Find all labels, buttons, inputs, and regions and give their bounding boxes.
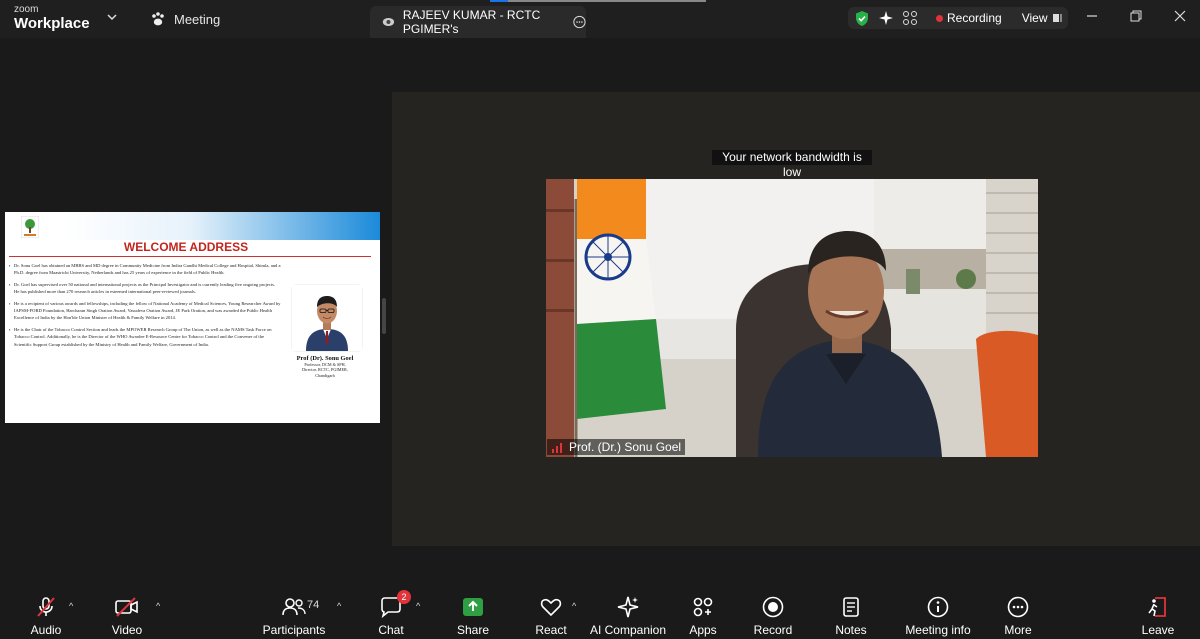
apps-label: Apps xyxy=(689,623,717,637)
participants-button[interactable]: Participants xyxy=(254,595,334,637)
slide-logo-icon xyxy=(21,216,39,238)
share-button[interactable]: Share xyxy=(433,595,513,637)
react-label: React xyxy=(535,623,567,637)
audio-label: Audio xyxy=(30,623,62,637)
ai-companion-label: AI Companion xyxy=(589,623,667,637)
recording-label: Recording xyxy=(947,11,1002,25)
slide-bullet: Dr. Goel has supervised over 50 national… xyxy=(9,281,281,296)
meeting-info-button[interactable]: Meeting info xyxy=(898,595,978,637)
window-controls xyxy=(1086,10,1186,22)
speaker-name: Prof (Dr). Sonu Goel xyxy=(296,355,354,362)
tab-meeting-label: Meeting xyxy=(174,11,221,27)
leave-button[interactable]: Leave xyxy=(1118,595,1198,637)
view-icon xyxy=(1052,14,1062,22)
network-warning: Your network bandwidth is low xyxy=(712,150,872,179)
sparkle-icon[interactable] xyxy=(878,10,894,26)
participants-icon xyxy=(282,598,306,616)
meeting-status-bar: Recording View xyxy=(848,7,1068,29)
participants-label: Participants xyxy=(262,623,326,637)
ai-sparkle-icon xyxy=(617,596,639,618)
audio-options-chevron-icon[interactable]: ^ xyxy=(69,601,73,611)
ai-companion-button[interactable]: AI Companion xyxy=(588,595,668,637)
chevron-down-icon[interactable] xyxy=(106,12,118,22)
title-bar: zoom Workplace Meeting RAJEEV KUMAR - RC… xyxy=(0,0,1200,38)
panel-resize-handle[interactable] xyxy=(382,298,386,334)
record-button[interactable]: Record xyxy=(733,595,813,637)
slide-divider xyxy=(9,256,371,257)
audio-button[interactable]: Audio xyxy=(6,595,86,637)
share-label: Share xyxy=(456,623,490,637)
brand-small: zoom xyxy=(14,4,39,15)
notes-button[interactable]: Notes xyxy=(811,595,891,637)
chat-label: Chat xyxy=(378,623,404,637)
shield-check-icon[interactable] xyxy=(854,10,870,27)
sharer-avatar-icon xyxy=(382,17,395,27)
speaker-role: Chandigarh xyxy=(315,372,335,378)
apps-icon xyxy=(693,597,713,617)
view-label: View xyxy=(1021,11,1048,25)
notes-label: Notes xyxy=(835,623,867,637)
slide-bullets: Dr. Sonu Goel has obtained an MBBS and M… xyxy=(9,262,281,352)
heart-icon xyxy=(540,598,562,617)
participant-video-frame xyxy=(546,179,1038,457)
chat-badge: 2 xyxy=(397,590,411,604)
more-icon[interactable] xyxy=(573,14,586,30)
video-options-chevron-icon[interactable]: ^ xyxy=(156,601,160,611)
participants-options-chevron-icon[interactable]: ^ xyxy=(337,601,341,611)
participants-count: 74 xyxy=(307,599,320,611)
speaker-portrait-image xyxy=(292,285,362,351)
more-label: More xyxy=(1004,623,1032,637)
record-label: Record xyxy=(753,623,793,637)
speaker-caption: Prof (Dr). Sonu Goel Professor, DCM & SP… xyxy=(275,355,375,378)
minimize-icon[interactable] xyxy=(1086,10,1098,22)
participant-name-tag: Prof. (Dr.) Sonu Goel xyxy=(547,439,686,455)
video-button[interactable]: Video xyxy=(87,595,167,637)
info-icon xyxy=(927,596,949,618)
meeting-info-label: Meeting info xyxy=(905,623,971,637)
paw-icon xyxy=(152,12,164,26)
slide-banner xyxy=(65,212,380,240)
restore-icon[interactable] xyxy=(1130,10,1142,22)
more-circle-icon xyxy=(1007,596,1029,618)
apps-button[interactable]: Apps xyxy=(663,595,743,637)
chat-options-chevron-icon[interactable]: ^ xyxy=(416,601,420,611)
react-options-chevron-icon[interactable]: ^ xyxy=(572,601,576,611)
slide-title: WELCOME ADDRESS xyxy=(123,240,249,254)
close-icon[interactable] xyxy=(1174,10,1186,22)
shared-screen-slide[interactable]: WELCOME ADDRESS Dr. Sonu Goel has obtain… xyxy=(5,212,380,423)
participant-video[interactable] xyxy=(546,179,1038,457)
participant-name: Prof. (Dr.) Sonu Goel xyxy=(569,440,682,454)
react-button[interactable]: React xyxy=(511,595,591,637)
slide-bullet: He is a recipient of various awards and … xyxy=(9,300,281,322)
tab-screen-share-label: RAJEEV KUMAR - RCTC PGIMER's xyxy=(402,8,541,36)
leave-door-icon xyxy=(1148,597,1166,617)
tab-screen-share[interactable]: RAJEEV KUMAR - RCTC PGIMER's xyxy=(370,6,586,38)
zoom-workplace-logo[interactable]: zoom Workplace xyxy=(14,4,90,32)
share-arrow-icon xyxy=(463,598,483,616)
record-icon xyxy=(762,596,784,618)
camera-off-icon xyxy=(115,597,138,617)
tab-indicator xyxy=(490,0,706,2)
slide-bullet: Dr. Sonu Goel has obtained an MBBS and M… xyxy=(9,262,281,277)
meeting-toolbar: Audio ^ Video ^ Participants ^ 2 Chat ^ xyxy=(0,589,1200,639)
slide-bullet: He is the Chair of the Tobacco Control S… xyxy=(9,326,281,348)
notes-icon xyxy=(843,597,859,617)
tab-meeting[interactable]: Meeting xyxy=(150,11,220,27)
tab-indicator-accent xyxy=(490,0,508,2)
leave-label: Leave xyxy=(1141,623,1175,637)
view-button[interactable]: View xyxy=(1022,11,1062,25)
mic-muted-icon xyxy=(37,597,55,617)
recording-dot-icon xyxy=(936,14,943,22)
video-label: Video xyxy=(111,623,143,637)
signal-bars-icon xyxy=(552,443,562,453)
speaker-photo xyxy=(292,285,362,351)
screens-icon[interactable] xyxy=(902,10,918,26)
recording-indicator[interactable]: Recording xyxy=(936,11,1002,25)
brand-big: Workplace xyxy=(14,15,90,32)
more-button[interactable]: More xyxy=(978,595,1058,637)
